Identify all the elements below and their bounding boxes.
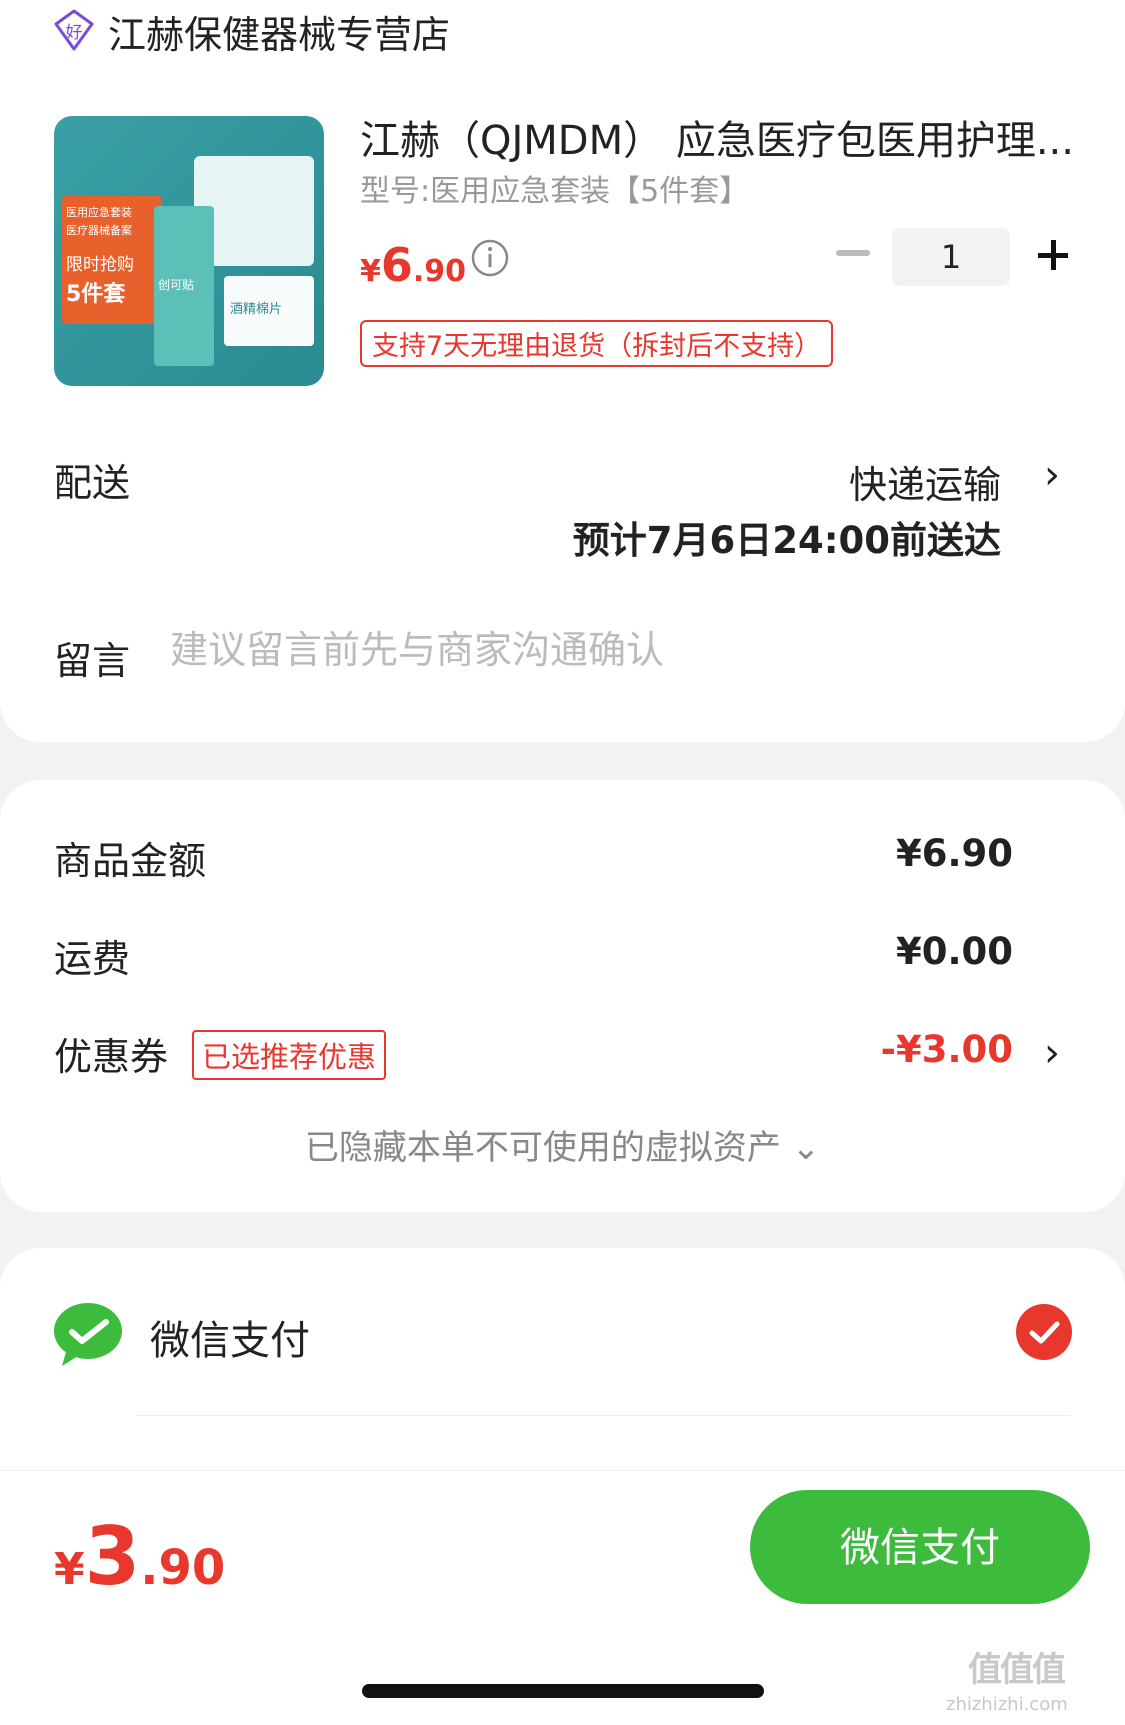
product-variant[interactable]: 型号:医用应急套装【5件套】 — [360, 166, 749, 210]
store-name[interactable]: 江赫保健器械专营店 — [108, 4, 450, 59]
product-price: ¥6.90 — [360, 238, 466, 292]
hidden-assets-toggle[interactable]: 已隐藏本单不可使用的虚拟资产 ⌄ — [0, 1120, 1125, 1169]
quantity-decrease-button[interactable] — [836, 250, 870, 256]
quantity-value[interactable]: 1 — [892, 228, 1010, 286]
coupon-value[interactable]: -¥3.00 — [881, 1028, 1013, 1071]
total-integer: 3 — [84, 1510, 141, 1603]
price-decimal: .90 — [412, 254, 467, 289]
message-label: 留言 — [54, 639, 131, 683]
thumb-text: 酒精棉片 — [230, 302, 283, 317]
product-title[interactable]: 江赫（QJMDM） 应急医疗包医用护理... — [360, 108, 1080, 166]
shipping-method[interactable]: 快递运输 — [849, 454, 1001, 509]
wechat-pay-icon — [54, 1303, 122, 1366]
coupon-tag: 已选推荐优惠 — [192, 1030, 387, 1080]
price-integer: 6 — [380, 238, 413, 292]
pay-button[interactable]: 微信支付 — [750, 1490, 1090, 1604]
freight-label: 运费 — [54, 937, 131, 981]
chevron-right-icon[interactable]: › — [1044, 452, 1060, 498]
thumb-text: 限时抢购 — [66, 255, 134, 275]
price-currency: ¥ — [360, 254, 381, 289]
thumb-text: 5件套 — [66, 282, 126, 307]
return-policy-badge: 支持7天无理由退货（拆封后不支持） — [360, 320, 834, 367]
thumb-text: 医用应急套装 — [66, 206, 132, 219]
total-currency: ¥ — [54, 1544, 85, 1595]
shop-badge-icon: 好 — [54, 9, 94, 51]
svg-text:好: 好 — [66, 23, 83, 43]
shipping-eta: 预计7月6日24:00前送达 — [572, 519, 1001, 562]
message-input[interactable] — [170, 628, 1050, 672]
coupon-label: 优惠券 — [54, 1035, 169, 1079]
thumb-text: 创可贴 — [158, 278, 195, 292]
total-decimal: .90 — [140, 1540, 226, 1596]
watermark-url: zhizhizhi.com — [946, 1694, 1068, 1715]
goods-amount-value: ¥6.90 — [895, 832, 1013, 875]
product-thumbnail[interactable]: 医用应急套装 医疗器械备案 限时抢购 5件套 创可贴 酒精棉片 — [54, 116, 324, 386]
divider — [136, 1415, 1071, 1416]
checkmark-icon[interactable] — [1016, 1304, 1072, 1360]
home-indicator[interactable] — [362, 1684, 764, 1698]
payment-method-label[interactable]: 微信支付 — [150, 1308, 310, 1366]
thumb-text: 医疗器械备案 — [66, 224, 132, 237]
quantity-increase-button[interactable] — [1032, 234, 1074, 276]
watermark: 值值值 — [968, 1650, 1066, 1690]
freight-value: ¥0.00 — [895, 930, 1013, 973]
shipping-label: 配送 — [54, 461, 131, 505]
goods-amount-label: 商品金额 — [54, 839, 207, 883]
info-icon[interactable] — [470, 238, 510, 278]
chevron-right-icon[interactable]: › — [1044, 1030, 1060, 1076]
total-price: ¥3.90 — [54, 1510, 225, 1603]
